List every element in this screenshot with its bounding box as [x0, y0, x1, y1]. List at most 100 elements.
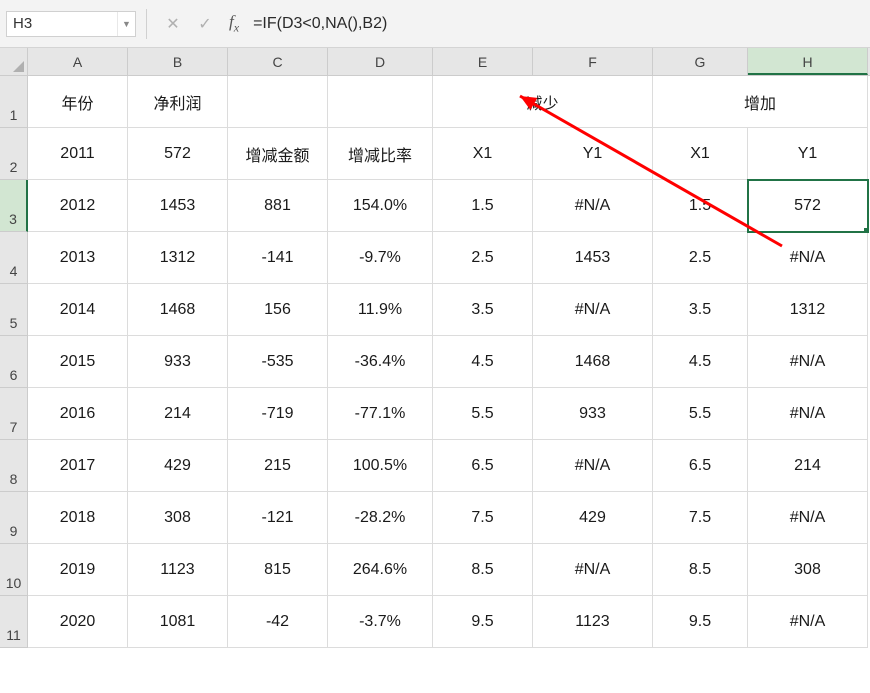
- cell-E5[interactable]: 3.5: [433, 284, 533, 336]
- cell-E8[interactable]: 6.5: [433, 440, 533, 492]
- cancel-icon[interactable]: ✕: [159, 10, 187, 38]
- column-header-F[interactable]: F: [533, 48, 653, 75]
- cell-E10[interactable]: 8.5: [433, 544, 533, 596]
- cell-C1[interactable]: [228, 76, 328, 128]
- cell-A2[interactable]: 2011: [28, 128, 128, 180]
- cell-G1[interactable]: 增加: [653, 76, 868, 128]
- cell-A6[interactable]: 2015: [28, 336, 128, 388]
- name-box[interactable]: H3 ▼: [6, 11, 136, 37]
- enter-icon[interactable]: ✓: [191, 10, 219, 38]
- cell-F11[interactable]: 1123: [533, 596, 653, 648]
- cell-D10[interactable]: 264.6%: [328, 544, 433, 596]
- row-header-11[interactable]: 11: [0, 596, 28, 648]
- cell-G9[interactable]: 7.5: [653, 492, 748, 544]
- cell-F3[interactable]: #N/A: [533, 180, 653, 232]
- cell-E11[interactable]: 9.5: [433, 596, 533, 648]
- cell-B5[interactable]: 1468: [128, 284, 228, 336]
- cell-F2[interactable]: Y1: [533, 128, 653, 180]
- cell-D9[interactable]: -28.2%: [328, 492, 433, 544]
- column-header-G[interactable]: G: [653, 48, 748, 75]
- cell-B3[interactable]: 1453: [128, 180, 228, 232]
- cell-B9[interactable]: 308: [128, 492, 228, 544]
- column-header-E[interactable]: E: [433, 48, 533, 75]
- cell-D1[interactable]: [328, 76, 433, 128]
- cell-G10[interactable]: 8.5: [653, 544, 748, 596]
- row-header-9[interactable]: 9: [0, 492, 28, 544]
- cell-E6[interactable]: 4.5: [433, 336, 533, 388]
- cell-B11[interactable]: 1081: [128, 596, 228, 648]
- row-header-7[interactable]: 7: [0, 388, 28, 440]
- cell-E2[interactable]: X1: [433, 128, 533, 180]
- cell-E7[interactable]: 5.5: [433, 388, 533, 440]
- cell-H10[interactable]: 308: [748, 544, 868, 596]
- cell-H5[interactable]: 1312: [748, 284, 868, 336]
- cell-E1[interactable]: 减少: [433, 76, 653, 128]
- cell-C7[interactable]: -719: [228, 388, 328, 440]
- cell-G6[interactable]: 4.5: [653, 336, 748, 388]
- formula-input[interactable]: [245, 11, 870, 37]
- cell-D7[interactable]: -77.1%: [328, 388, 433, 440]
- cell-B8[interactable]: 429: [128, 440, 228, 492]
- cell-G8[interactable]: 6.5: [653, 440, 748, 492]
- cell-A8[interactable]: 2017: [28, 440, 128, 492]
- cell-A4[interactable]: 2013: [28, 232, 128, 284]
- column-header-A[interactable]: A: [28, 48, 128, 75]
- row-header-6[interactable]: 6: [0, 336, 28, 388]
- cell-A10[interactable]: 2019: [28, 544, 128, 596]
- cell-E4[interactable]: 2.5: [433, 232, 533, 284]
- cell-F7[interactable]: 933: [533, 388, 653, 440]
- cell-C2[interactable]: 增减金额: [228, 128, 328, 180]
- cell-C9[interactable]: -121: [228, 492, 328, 544]
- cell-E3[interactable]: 1.5: [433, 180, 533, 232]
- cell-F6[interactable]: 1468: [533, 336, 653, 388]
- cell-G2[interactable]: X1: [653, 128, 748, 180]
- cell-A3[interactable]: 2012: [28, 180, 128, 232]
- column-header-C[interactable]: C: [228, 48, 328, 75]
- cell-C11[interactable]: -42: [228, 596, 328, 648]
- cell-A5[interactable]: 2014: [28, 284, 128, 336]
- cell-C6[interactable]: -535: [228, 336, 328, 388]
- column-header-D[interactable]: D: [328, 48, 433, 75]
- cell-C3[interactable]: 881: [228, 180, 328, 232]
- cell-E9[interactable]: 7.5: [433, 492, 533, 544]
- cell-B4[interactable]: 1312: [128, 232, 228, 284]
- cell-F4[interactable]: 1453: [533, 232, 653, 284]
- cell-D3[interactable]: 154.0%: [328, 180, 433, 232]
- cell-B6[interactable]: 933: [128, 336, 228, 388]
- cell-A7[interactable]: 2016: [28, 388, 128, 440]
- column-header-B[interactable]: B: [128, 48, 228, 75]
- row-header-5[interactable]: 5: [0, 284, 28, 336]
- cell-G4[interactable]: 2.5: [653, 232, 748, 284]
- cell-D6[interactable]: -36.4%: [328, 336, 433, 388]
- cell-C8[interactable]: 215: [228, 440, 328, 492]
- cell-B2[interactable]: 572: [128, 128, 228, 180]
- cell-A9[interactable]: 2018: [28, 492, 128, 544]
- cell-F9[interactable]: 429: [533, 492, 653, 544]
- cell-F10[interactable]: #N/A: [533, 544, 653, 596]
- cell-G7[interactable]: 5.5: [653, 388, 748, 440]
- cell-C4[interactable]: -141: [228, 232, 328, 284]
- cell-H3[interactable]: 572: [748, 180, 868, 232]
- row-header-10[interactable]: 10: [0, 544, 28, 596]
- cell-G3[interactable]: 1.5: [653, 180, 748, 232]
- row-header-3[interactable]: 3: [0, 180, 28, 232]
- cell-H2[interactable]: Y1: [748, 128, 868, 180]
- cell-H6[interactable]: #N/A: [748, 336, 868, 388]
- fx-icon[interactable]: fx: [229, 12, 239, 35]
- cell-F8[interactable]: #N/A: [533, 440, 653, 492]
- cell-D11[interactable]: -3.7%: [328, 596, 433, 648]
- row-header-8[interactable]: 8: [0, 440, 28, 492]
- cell-C10[interactable]: 815: [228, 544, 328, 596]
- cell-D5[interactable]: 11.9%: [328, 284, 433, 336]
- cell-G11[interactable]: 9.5: [653, 596, 748, 648]
- cell-D8[interactable]: 100.5%: [328, 440, 433, 492]
- cell-C5[interactable]: 156: [228, 284, 328, 336]
- row-header-4[interactable]: 4: [0, 232, 28, 284]
- cell-G5[interactable]: 3.5: [653, 284, 748, 336]
- cell-D4[interactable]: -9.7%: [328, 232, 433, 284]
- row-header-2[interactable]: 2: [0, 128, 28, 180]
- cell-H4[interactable]: #N/A: [748, 232, 868, 284]
- cell-B1[interactable]: 净利润: [128, 76, 228, 128]
- cell-H8[interactable]: 214: [748, 440, 868, 492]
- column-header-H[interactable]: H: [748, 48, 868, 75]
